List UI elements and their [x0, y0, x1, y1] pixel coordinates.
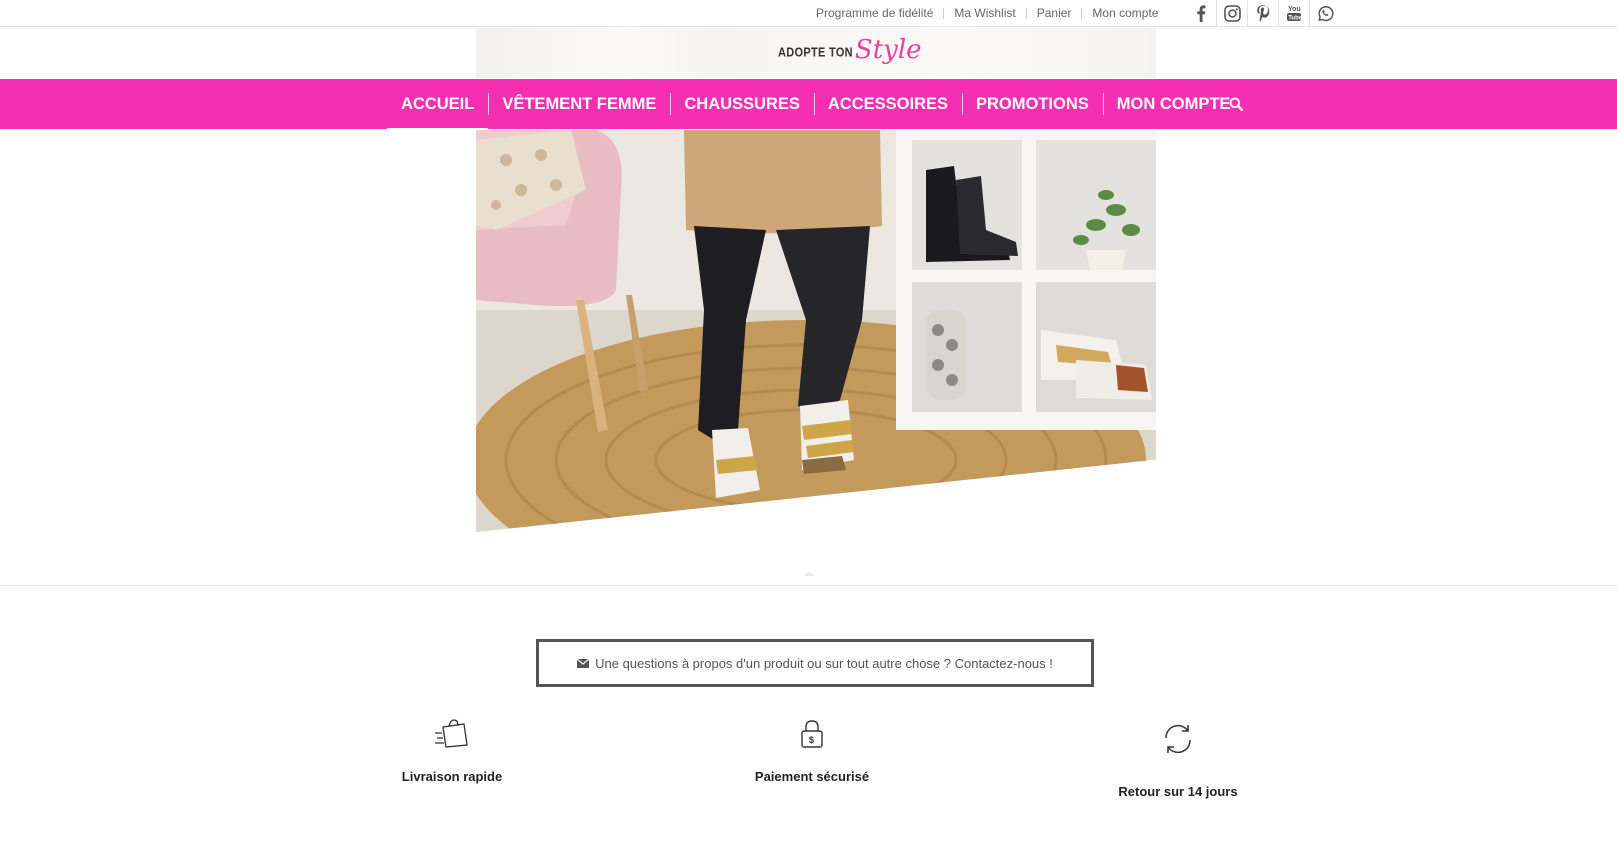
svg-text:You: You — [1288, 6, 1301, 13]
nav-label: PROMOTIONS — [976, 94, 1089, 113]
hero-image — [476, 130, 1156, 532]
nav-item-vetement-femme[interactable]: VÊTEMENT FEMME — [488, 79, 670, 129]
secure-lock-icon: $ — [752, 719, 872, 749]
nav-item-accessoires[interactable]: ACCESSOIRES — [813, 79, 962, 129]
nav-label: ACCESSOIRES — [827, 94, 948, 113]
nav-menu: ACCUEIL VÊTEMENT FEMME CHAUSSURES ACCESS… — [387, 79, 1244, 130]
site-logo[interactable]: ADOPTE TON Style — [778, 31, 922, 75]
svg-text:$: $ — [809, 735, 814, 745]
section-divider — [0, 585, 1617, 586]
facebook-icon[interactable] — [1186, 0, 1216, 26]
divider — [943, 7, 945, 19]
nav-label: CHAUSSURES — [684, 94, 800, 113]
cart-link[interactable]: Panier — [1037, 6, 1072, 20]
slider-indicator[interactable] — [805, 572, 813, 576]
feature-label: Retour sur 14 jours — [1118, 784, 1238, 799]
nav-item-promotions[interactable]: PROMOTIONS — [962, 79, 1103, 129]
top-links: Programme de fidélité Ma Wishlist Panier… — [816, 0, 1158, 26]
wishlist-link[interactable]: Ma Wishlist — [954, 6, 1015, 20]
search-icon[interactable] — [1224, 94, 1248, 114]
loyalty-program-link[interactable]: Programme de fidélité — [816, 6, 933, 20]
return-arrows-icon — [1108, 722, 1248, 756]
top-utility-bar: Programme de fidélité Ma Wishlist Panier… — [0, 0, 1617, 27]
feature-returns: Retour sur 14 jours — [1108, 722, 1248, 799]
feature-label: Paiement sécurisé — [754, 769, 870, 784]
feature-secure-payment: $ Paiement sécurisé — [752, 719, 872, 784]
social-links: You Tube — [1186, 0, 1340, 26]
nav-label: ACCUEIL — [401, 94, 475, 113]
fast-delivery-bag-icon — [392, 718, 512, 750]
feature-label: Livraison rapide — [401, 769, 503, 784]
logo-script: Style — [854, 35, 922, 65]
nav-item-chaussures[interactable]: CHAUSSURES — [670, 79, 814, 129]
youtube-icon[interactable]: You Tube — [1278, 0, 1309, 26]
svg-text:Tube: Tube — [1288, 15, 1302, 21]
my-account-link[interactable]: Mon compte — [1092, 6, 1158, 20]
nav-label: VÊTEMENT FEMME — [502, 94, 657, 113]
contact-button[interactable]: Une questions à propos d'un produit ou s… — [536, 639, 1094, 687]
instagram-icon[interactable] — [1216, 0, 1247, 26]
divider — [1025, 7, 1027, 19]
envelope-icon — [577, 658, 590, 668]
pinterest-icon[interactable] — [1247, 0, 1278, 26]
feature-fast-delivery: Livraison rapide — [392, 718, 512, 784]
divider — [1081, 7, 1083, 19]
main-navigation: ACCUEIL VÊTEMENT FEMME CHAUSSURES ACCESS… — [0, 79, 1617, 130]
contact-label: Une questions à propos d'un produit ou s… — [595, 655, 1053, 671]
logo-text: ADOPTE TON — [778, 46, 853, 60]
nav-item-accueil[interactable]: ACCUEIL — [387, 79, 489, 130]
whatsapp-icon[interactable] — [1309, 0, 1340, 26]
